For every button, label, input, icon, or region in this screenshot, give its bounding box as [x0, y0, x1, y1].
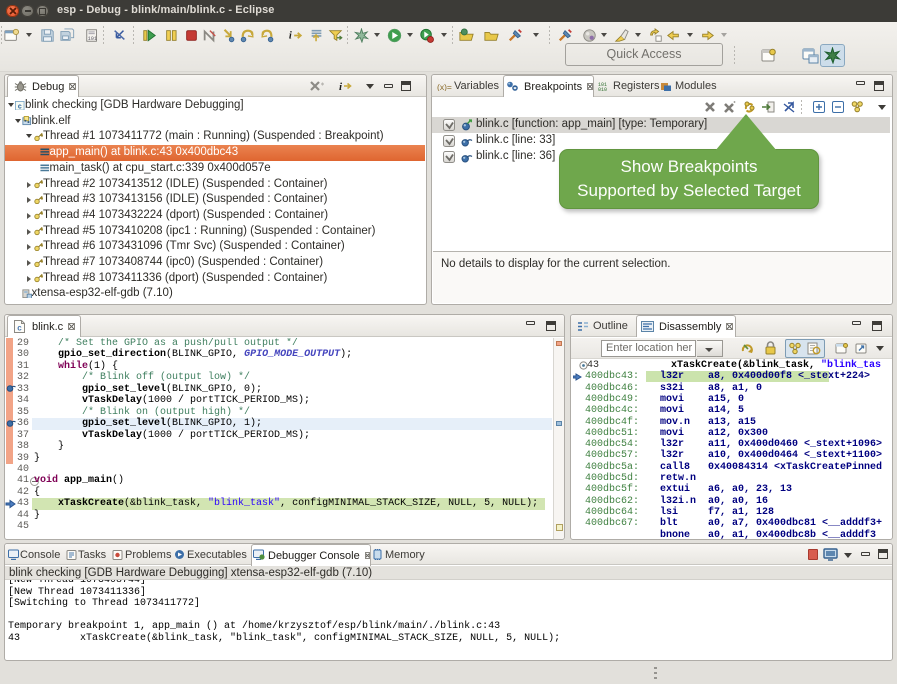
svg-text:(x)=: (x)= — [437, 82, 452, 91]
svg-text:c: c — [18, 103, 22, 110]
svg-text:c: c — [17, 324, 22, 333]
svg-text:101: 101 — [88, 36, 98, 42]
svg-text:i: i — [339, 81, 343, 92]
svg-text:i: i — [289, 31, 292, 42]
svg-text:010: 010 — [598, 87, 607, 92]
